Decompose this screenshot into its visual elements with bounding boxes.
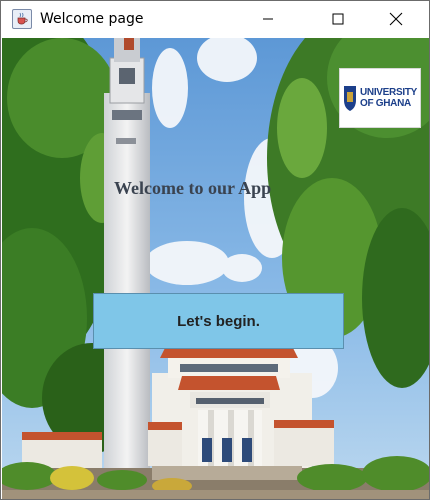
university-logo: UNIVERSITY OF GHANA	[339, 68, 421, 128]
maximize-button[interactable]	[315, 1, 361, 37]
app-window: Welcome page UNIVERSITY OF GHANA Welcome…	[0, 0, 430, 500]
university-crest-icon	[343, 86, 356, 111]
minimize-button[interactable]	[245, 1, 291, 37]
content-panel: UNIVERSITY OF GHANA Welcome to our App L…	[2, 38, 429, 499]
title-bar[interactable]: Welcome page	[1, 1, 429, 37]
lets-begin-button[interactable]: Let's begin.	[93, 293, 344, 349]
window-title: Welcome page	[40, 11, 144, 27]
close-icon	[389, 12, 403, 26]
close-button[interactable]	[373, 1, 419, 37]
logo-line-1: UNIVERSITY	[359, 87, 417, 98]
logo-line-2: OF GHANA	[359, 98, 411, 109]
minimize-icon	[263, 18, 273, 20]
java-cup-icon	[12, 9, 32, 29]
welcome-heading: Welcome to our App	[114, 178, 272, 198]
maximize-icon	[332, 13, 344, 25]
